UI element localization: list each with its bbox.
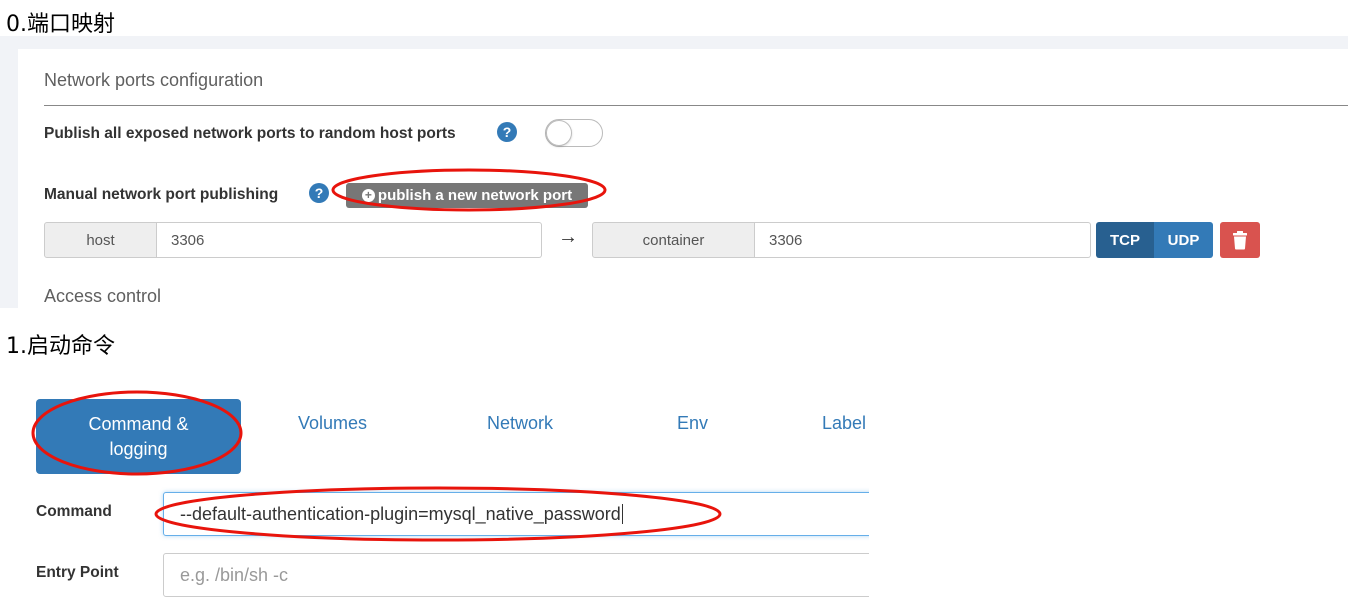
tab-env[interactable]: Env — [677, 413, 708, 434]
plus-circle-icon: + — [361, 189, 375, 202]
command-label: Command — [36, 503, 112, 520]
tab-network[interactable]: Network — [487, 413, 553, 434]
section-divider — [44, 105, 1348, 106]
entry-point-label: Entry Point — [36, 564, 119, 581]
host-port-group: host 3306 — [44, 222, 542, 258]
step-title-startup-command: 1.启动命令 — [6, 334, 115, 359]
tab-volumes[interactable]: Volumes — [298, 413, 367, 434]
network-ports-section-title: Network ports configuration — [44, 70, 264, 90]
access-control-section-title: Access control — [44, 286, 162, 306]
protocol-toggle-group: TCP UDP — [1096, 222, 1213, 258]
arrow-right-icon: → — [558, 226, 578, 248]
manual-publishing-label: Manual network port publishing — [44, 186, 279, 203]
container-addon: container — [592, 222, 755, 258]
command-input-value: --default-authentication-plugin=mysql_na… — [180, 503, 621, 524]
tcp-button[interactable]: TCP — [1096, 222, 1154, 258]
publish-all-label: Publish all exposed network ports to ran… — [44, 125, 456, 142]
question-circle-icon[interactable]: ? — [309, 183, 329, 203]
publish-new-port-button[interactable]: + publish a new network port — [346, 183, 588, 208]
container-port-input[interactable]: 3306 — [755, 222, 1091, 258]
host-addon: host — [44, 222, 157, 258]
tab-command-logging[interactable]: Command & logging — [36, 399, 241, 474]
command-input[interactable]: --default-authentication-plugin=mysql_na… — [163, 492, 869, 536]
network-ports-screenshot: Network ports configuration Publish all … — [0, 36, 1348, 308]
text-caret — [621, 504, 623, 524]
tab-labels[interactable]: Label — [822, 413, 866, 434]
command-logging-screenshot: Command & logging Volumes Network Env La… — [10, 374, 869, 612]
question-circle-icon[interactable]: ? — [497, 122, 517, 142]
remove-port-button[interactable] — [1220, 222, 1260, 258]
container-port-group: container 3306 — [592, 222, 1091, 258]
publish-all-toggle[interactable] — [545, 119, 603, 147]
publish-new-port-label: publish a new network port — [377, 187, 573, 204]
network-ports-panel: Network ports configuration Publish all … — [18, 49, 1348, 308]
host-port-input[interactable]: 3306 — [157, 222, 542, 258]
toggle-knob — [546, 120, 572, 146]
trash-icon — [1233, 231, 1247, 250]
step-title-port-mapping: 0.端口映射 — [6, 12, 115, 37]
entry-point-input[interactable]: e.g. /bin/sh -c — [163, 553, 869, 597]
udp-button[interactable]: UDP — [1154, 222, 1213, 258]
